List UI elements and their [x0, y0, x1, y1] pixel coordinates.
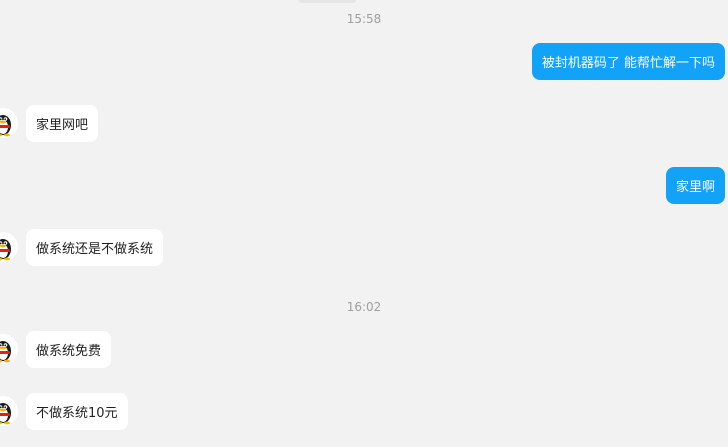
qq-penguin-avatar-icon[interactable] — [0, 396, 18, 426]
outgoing-message-bubble[interactable]: 家里啊 — [665, 167, 725, 204]
timestamp: 16:02 — [346, 300, 382, 314]
incoming-message-bubble[interactable]: 不做系统10元 — [26, 393, 128, 430]
outgoing-message-bubble[interactable]: 被封机器码了 能帮忙解一下吗 — [531, 43, 725, 80]
incoming-message-bubble[interactable]: 做系统还是不做系统 — [26, 229, 164, 266]
timestamp: 15:58 — [346, 12, 382, 26]
qq-penguin-avatar-icon[interactable] — [0, 232, 18, 262]
top-edge-fragment — [298, 0, 356, 3]
incoming-message-bubble[interactable]: 家里网吧 — [26, 105, 99, 142]
qq-penguin-avatar-icon[interactable] — [0, 108, 18, 138]
chat-window: 15:58 被封机器码了 能帮忙解一下吗 家里网吧 家里啊 做系统还是不做系统 … — [0, 0, 728, 447]
qq-penguin-avatar-icon[interactable] — [0, 334, 18, 364]
incoming-message-bubble[interactable]: 做系统免费 — [26, 331, 112, 368]
